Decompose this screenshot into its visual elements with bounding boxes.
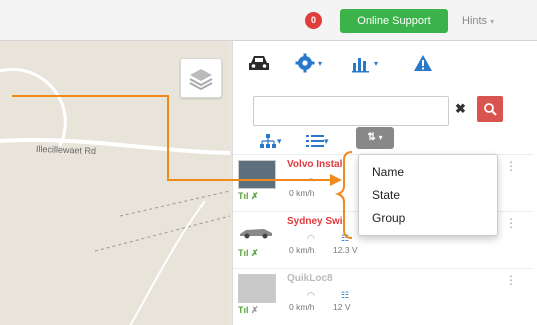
annotation-arrow-head [330,174,342,186]
sort-option-state[interactable]: State [372,188,400,202]
sort-option-name[interactable]: Name [372,165,404,179]
annotation-brace [334,151,353,239]
sort-dropdown-menu: Name State Group [358,154,498,236]
annotation-arrow-line [12,95,330,181]
sort-option-group[interactable]: Group [372,211,405,225]
